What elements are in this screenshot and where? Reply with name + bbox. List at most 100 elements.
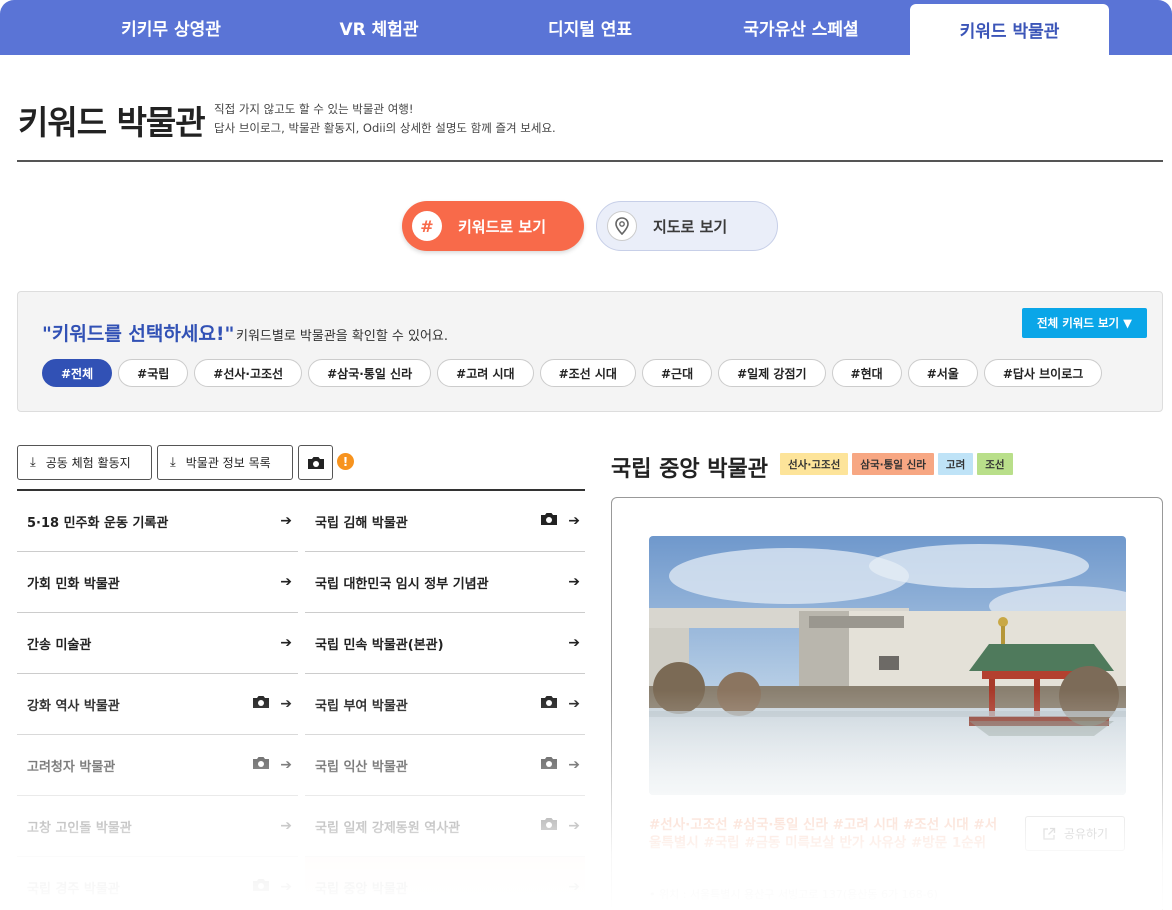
map-pin-icon: [607, 211, 637, 241]
arrow-right-icon: ➔: [280, 513, 292, 529]
hash-icon: #: [412, 211, 442, 241]
museum-name: 국립 중앙 박물관: [315, 881, 408, 897]
keyword-chip-goryeo[interactable]: #고려 시대: [437, 359, 534, 387]
museum-name: 국립 익산 박물관: [315, 759, 408, 775]
keyword-chip-modern[interactable]: #근대: [641, 359, 713, 387]
keyword-chip-joseon[interactable]: #조선 시대: [539, 359, 636, 387]
tab-heritage-special[interactable]: 국가유산 스페셜: [698, 0, 904, 55]
camera-icon: [540, 817, 558, 835]
detail-tags: 선사·고조선 삼국·통일 신라 고려 조선: [780, 453, 1013, 475]
arrow-right-icon: ➔: [280, 696, 292, 712]
arrow-right-icon: ➔: [280, 879, 292, 895]
top-nav: 키키무 상영관 VR 체험관 디지털 연표 국가유산 스페셜 키워드 박물관: [0, 0, 1172, 55]
detail-address: • 위치 : 서울특별시 용산구 서빙고로 137(용산동 6가 168-6): [649, 888, 938, 901]
keyword-prompt-sub: 키워드별로 박물관을 확인할 수 있어요.: [236, 329, 449, 344]
museum-list-item[interactable]: 가회 민화 박물관 ➔: [17, 552, 298, 613]
keyword-chip-colonial[interactable]: #일제 강점기: [718, 359, 826, 387]
museum-list-item[interactable]: 고려청자 박물관 ➔: [17, 735, 298, 796]
keyword-view-button[interactable]: # 키워드로 보기: [402, 201, 584, 251]
keyword-chip-vlog[interactable]: #답사 브이로그: [983, 359, 1103, 387]
museum-name: 고창 고인돌 박물관: [27, 820, 132, 836]
photo-filter-button[interactable]: [298, 445, 333, 480]
period-tag: 조선: [977, 453, 1013, 475]
all-keywords-button[interactable]: 전체 키워드 보기 ▼: [1022, 308, 1147, 338]
museum-list-item[interactable]: 국립 경주 박물관 ➔: [17, 857, 298, 910]
activity-download-label: 공동 체험 활동지: [45, 456, 131, 470]
keyword-chip-national[interactable]: #국립: [118, 359, 189, 387]
info-list-download-button[interactable]: ⤓ 박물관 정보 목록: [157, 445, 293, 480]
camera-icon: [252, 878, 270, 896]
camera-icon: [307, 456, 324, 469]
museum-photo: [649, 536, 1126, 795]
keyword-chip-three-kingdoms[interactable]: #삼국·통일 신라: [308, 359, 432, 387]
keyword-chip-prehistoric[interactable]: #선사·고조선: [194, 359, 303, 387]
keyword-chips: #전체 #국립 #선사·고조선 #삼국·통일 신라 #고려 시대 #조선 시대 …: [42, 359, 1103, 387]
period-tag: 삼국·통일 신라: [852, 453, 934, 475]
share-button[interactable]: 공유하기: [1025, 816, 1125, 851]
map-view-label: 지도로 보기: [653, 217, 728, 236]
museum-name: 간송 미술관: [27, 637, 92, 653]
info-list-download-label: 박물관 정보 목록: [185, 456, 271, 470]
museum-list-item[interactable]: 국립 김해 박물관 ➔: [305, 491, 585, 552]
tab-digital-timeline[interactable]: 디지털 연표: [482, 0, 698, 55]
map-view-button[interactable]: 지도로 보기: [596, 201, 778, 251]
museum-name: 가회 민화 박물관: [27, 576, 120, 592]
arrow-right-icon: ➔: [280, 635, 292, 651]
museum-name: 국립 부여 박물관: [315, 698, 408, 714]
period-tag: 선사·고조선: [780, 453, 849, 475]
museum-name: 강화 역사 박물관: [27, 698, 120, 714]
museum-list-item[interactable]: 국립 부여 박물관 ➔: [305, 674, 585, 735]
keyword-view-label: 키워드로 보기: [458, 217, 547, 236]
museum-list-item[interactable]: 간송 미술관 ➔: [17, 613, 298, 674]
museum-name: 국립 민속 박물관(본관): [315, 637, 444, 653]
museum-name: 5·18 민주화 운동 기록관: [27, 515, 169, 531]
activity-download-button[interactable]: ⤓ 공동 체험 활동지: [17, 445, 152, 480]
keyword-chip-seoul[interactable]: #서울: [907, 359, 978, 387]
museum-name: 국립 김해 박물관: [315, 515, 408, 531]
period-tag: 고려: [937, 453, 974, 475]
detail-title: 국립 중앙 박물관: [611, 457, 768, 482]
keyword-chip-all[interactable]: #전체: [42, 359, 113, 387]
museum-name: 국립 대한민국 임시 정부 기념관: [315, 576, 489, 592]
museum-name: 고려청자 박물관: [27, 759, 116, 775]
museum-list-item[interactable]: 국립 익산 박물관 ➔: [305, 735, 585, 796]
page-subtitle: 직접 가지 않고도 할 수 있는 박물관 여행! 답사 브이로그, 박물관 활동…: [214, 100, 556, 138]
museum-list-item[interactable]: 국립 일제 강제동원 역사관 ➔: [305, 796, 585, 857]
arrow-right-icon: ➔: [568, 879, 580, 895]
page-frame: 키키무 상영관 VR 체험관 디지털 연표 국가유산 스페셜 키워드 박물관 키…: [0, 0, 1172, 910]
download-icon: ⤓: [30, 455, 36, 470]
download-icon: ⤓: [170, 455, 176, 470]
page-title: 키워드 박물관: [18, 103, 206, 142]
keyword-prompt: "키워드를 선택하세요!": [42, 323, 235, 345]
keyword-chip-contemporary[interactable]: #현대: [831, 359, 902, 387]
tab-vr-experience[interactable]: VR 체험관: [276, 0, 482, 55]
camera-icon: [540, 756, 558, 774]
arrow-right-icon: ➔: [568, 635, 580, 651]
museum-list-item[interactable]: 고창 고인돌 박물관 ➔: [17, 796, 298, 857]
museum-name: 국립 경주 박물관: [27, 881, 120, 897]
share-icon: [1043, 827, 1056, 840]
arrow-right-icon: ➔: [568, 696, 580, 712]
camera-icon: [252, 695, 270, 713]
camera-icon: [540, 695, 558, 713]
museum-list-item[interactable]: 강화 역사 박물관 ➔: [17, 674, 298, 735]
museum-list: 5·18 민주화 운동 기록관 ➔ 가회 민화 박물관 ➔ 간송 미술관 ➔ 강화 역사 박…: [17, 491, 585, 910]
share-label: 공유하기: [1063, 827, 1109, 841]
info-warning-icon[interactable]: !: [337, 453, 354, 470]
camera-icon: [540, 512, 558, 530]
keyword-panel: "키워드를 선택하세요!" 키워드별로 박물관을 확인할 수 있어요. 전체 키…: [17, 291, 1163, 412]
tab-kikimu-theater[interactable]: 키키무 상영관: [66, 0, 276, 55]
subtitle-line-1: 직접 가지 않고도 할 수 있는 박물관 여행!: [214, 102, 414, 116]
museum-list-item[interactable]: 국립 민속 박물관(본관) ➔: [305, 613, 585, 674]
arrow-right-icon: ➔: [280, 757, 292, 773]
arrow-right-icon: ➔: [568, 513, 580, 529]
camera-icon: [252, 756, 270, 774]
museum-list-item[interactable]: 국립 중앙 박물관 ➔: [305, 857, 585, 910]
arrow-right-icon: ➔: [280, 574, 292, 590]
museum-list-item[interactable]: 5·18 민주화 운동 기록관 ➔: [17, 491, 298, 552]
detail-card: #선사·고조선 #삼국·통일 신라 #고려 시대 #조선 시대 #서울특별시 #…: [611, 497, 1163, 910]
arrow-right-icon: ➔: [568, 757, 580, 773]
museum-list-item[interactable]: 국립 대한민국 임시 정부 기념관 ➔: [305, 552, 585, 613]
tab-keyword-museum[interactable]: 키워드 박물관: [910, 4, 1109, 55]
arrow-right-icon: ➔: [568, 574, 580, 590]
